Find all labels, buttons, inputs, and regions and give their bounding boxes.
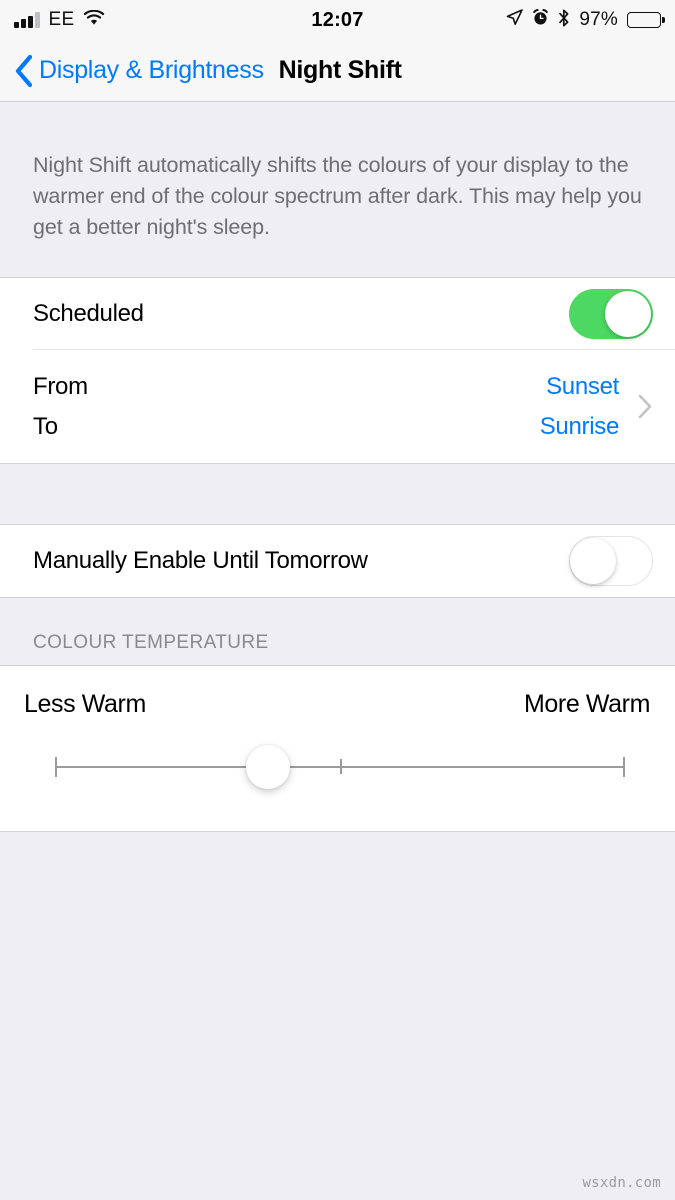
location-arrow-icon xyxy=(506,9,524,31)
colour-temperature-header: COLOUR TEMPERATURE xyxy=(0,598,675,665)
chevron-left-icon xyxy=(14,54,34,88)
more-warm-label: More Warm xyxy=(523,690,650,718)
scheduled-toggle-knob xyxy=(605,291,651,337)
battery-icon xyxy=(627,12,661,28)
alarm-clock-icon xyxy=(532,9,549,31)
manual-enable-label: Manually Enable Until Tomorrow xyxy=(33,547,368,574)
schedule-group: Scheduled From To Sunset Sunrise xyxy=(0,277,675,464)
slider-thumb[interactable] xyxy=(246,745,290,789)
to-label: To xyxy=(33,413,58,440)
wifi-icon xyxy=(83,9,105,31)
slider-endcap-right xyxy=(623,757,625,777)
watermark: wsxdn.com xyxy=(582,1175,661,1191)
less-warm-label: Less Warm xyxy=(24,690,146,718)
from-to-row[interactable]: From To Sunset Sunrise xyxy=(0,350,675,463)
carrier-label: EE xyxy=(48,9,75,30)
colour-temperature-slider[interactable] xyxy=(0,735,675,797)
from-to-labels: From To xyxy=(33,368,88,445)
colour-temperature-card: Less Warm More Warm xyxy=(0,665,675,832)
scheduled-row[interactable]: Scheduled xyxy=(0,278,675,350)
manual-enable-row[interactable]: Manually Enable Until Tomorrow xyxy=(0,525,675,597)
from-label: From xyxy=(33,373,88,400)
bluetooth-icon xyxy=(558,9,570,32)
navigation-bar: Display & Brightness Night Shift xyxy=(0,40,675,102)
slider-labels: Less Warm More Warm xyxy=(0,690,675,719)
from-value: Sunset xyxy=(546,373,619,400)
status-bar-left: EE xyxy=(14,9,105,31)
to-value: Sunrise xyxy=(539,413,620,440)
slider-endcap-left xyxy=(55,757,57,777)
night-shift-description: Night Shift automatically shifts the col… xyxy=(33,153,642,239)
slider-center-tick xyxy=(340,759,342,774)
page-title: Night Shift xyxy=(278,56,402,84)
status-bar-right: 97% xyxy=(506,9,661,32)
manual-enable-toggle[interactable] xyxy=(569,536,653,586)
back-button[interactable]: Display & Brightness xyxy=(14,54,264,88)
night-shift-settings-screen: EE 12:07 97% Display & Brightness Night … xyxy=(0,0,675,1200)
from-to-values: Sunset Sunrise xyxy=(539,368,620,445)
scheduled-toggle[interactable] xyxy=(569,289,653,339)
back-button-label: Display & Brightness xyxy=(39,56,264,84)
battery-percent-label: 97% xyxy=(579,9,618,30)
manual-enable-group: Manually Enable Until Tomorrow xyxy=(0,524,675,598)
chevron-right-icon xyxy=(637,393,653,420)
cellular-signal-icon xyxy=(14,12,40,28)
status-bar: EE 12:07 97% xyxy=(0,0,675,40)
scheduled-label: Scheduled xyxy=(33,300,144,327)
group-spacer-1 xyxy=(0,464,675,524)
manual-enable-toggle-knob xyxy=(570,538,616,584)
